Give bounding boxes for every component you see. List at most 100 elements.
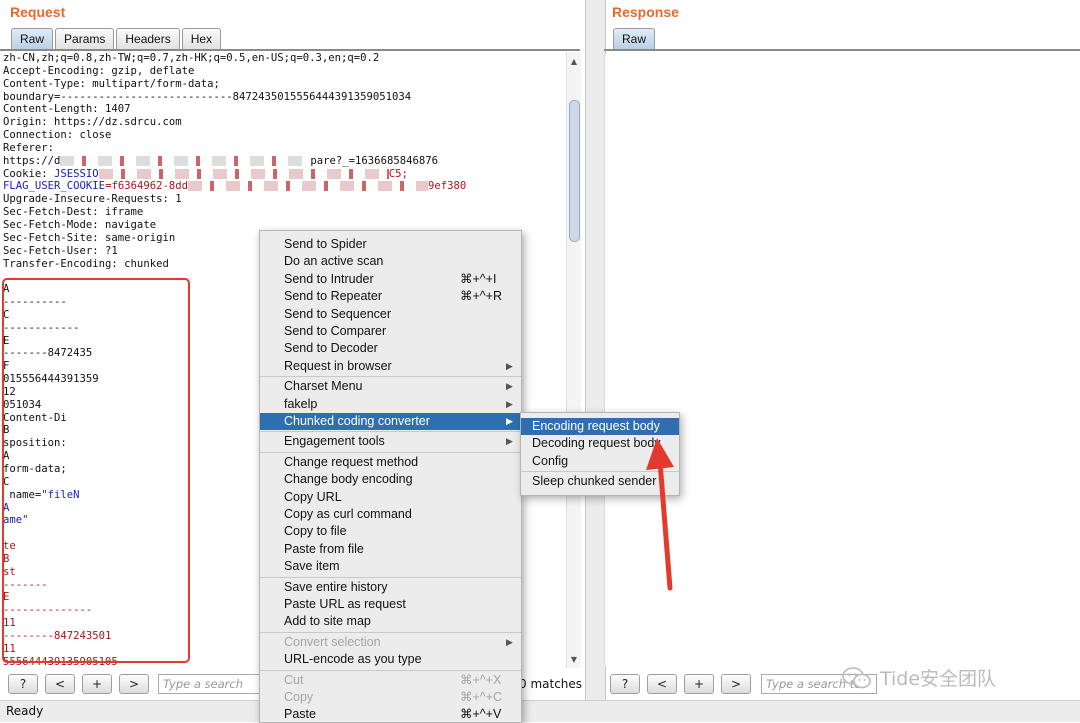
menu-separator xyxy=(260,376,521,378)
request-search-input[interactable]: Type a search ter xyxy=(158,674,262,694)
menu-item-save-item[interactable]: Save item xyxy=(260,558,521,575)
editor-token: Accept-Encoding: gzip, deflate xyxy=(3,64,195,77)
menu-item-label: Send to Comparer xyxy=(284,324,387,338)
response-add-button[interactable]: + xyxy=(684,674,714,694)
editor-token: Content-Type: multipart/form-data; xyxy=(3,77,220,90)
menu-item-label: Copy xyxy=(284,690,314,704)
menu-item-change-body-encoding[interactable]: Change body encoding xyxy=(260,471,521,488)
menu-item-label: fakelp xyxy=(284,396,318,411)
menu-item-shortcut: ⌘+^+C xyxy=(460,690,502,704)
menu-item-label: Send to Sequencer xyxy=(284,306,392,321)
editor-token: Sec-Fetch-Mode: navigate xyxy=(3,218,157,231)
menu-item-change-request-method[interactable]: Change request method xyxy=(260,454,521,471)
menu-item-label: Send to Repeater xyxy=(284,289,382,304)
menu-item-chunked-coding-converter[interactable]: Chunked coding converter ▶ xyxy=(260,413,521,430)
menu-item-copy-url[interactable]: Copy URL xyxy=(260,489,521,506)
menu-item-label: Convert selection xyxy=(284,634,381,649)
annotation-arrow-icon xyxy=(646,438,674,591)
tab-hex[interactable]: Hex xyxy=(181,28,222,49)
menu-item-send-to-repeater[interactable]: Send to Repeater ⌘+^+R xyxy=(260,288,521,305)
menu-separator xyxy=(260,431,521,433)
watermark-text: Tide安全团队 xyxy=(880,668,997,690)
menu-item-save-entire-history[interactable]: Save entire history xyxy=(260,579,521,596)
menu-item-send-to-spider[interactable]: Send to Spider xyxy=(260,236,521,253)
editor-line: zh-CN,zh;q=0.8,zh-TW;q=0.7,zh-HK;q=0.5,e… xyxy=(0,52,566,65)
menu-item-shortcut: ⌘+^+I xyxy=(460,271,497,286)
wechat-icon xyxy=(842,666,871,688)
scroll-down-icon[interactable]: ▼ xyxy=(567,654,581,666)
editor-token: Referer: xyxy=(3,141,55,154)
menu-item-label: Send to Intruder xyxy=(284,271,374,286)
scroll-thumb[interactable] xyxy=(569,100,580,242)
menu-item-label: Add to site map xyxy=(284,614,371,629)
editor-token: boundary=---------------------------8472… xyxy=(3,90,412,103)
previous-button[interactable]: < xyxy=(45,674,75,694)
menu-item-label: Change request method xyxy=(284,454,419,469)
editor-token: Origin: https://dz.sdrcu.com xyxy=(3,116,182,129)
pane-divider[interactable] xyxy=(585,0,606,700)
menu-item-label: URL-encode as you type xyxy=(284,652,422,667)
editor-line: boundary=---------------------------8472… xyxy=(0,91,566,104)
menu-item-label: Paste URL as request xyxy=(284,597,406,611)
add-button[interactable]: + xyxy=(82,674,112,694)
request-tab-divider xyxy=(0,49,580,51)
menu-item-label: Request in browser xyxy=(284,358,392,373)
menu-separator xyxy=(260,576,521,578)
editor-token: pare?_=1636685846876 xyxy=(310,154,438,167)
editor-token: JSESSIO xyxy=(54,167,99,180)
editor-token: Sec-Fetch-Site: same-origin xyxy=(3,231,176,244)
menu-item-convert-selection: Convert selection ▶ xyxy=(260,634,521,651)
menu-item-send-to-intruder[interactable]: Send to Intruder ⌘+^+I xyxy=(260,271,521,288)
response-tab-divider xyxy=(604,49,1080,51)
editor-line: FLAG_USER_COOKIE=f6364962-8dd 9ef380 xyxy=(0,180,566,193)
annotation-highlight-box xyxy=(2,278,190,663)
editor-line: Connection: close xyxy=(0,129,566,142)
editor-line: Sec-Fetch-Dest: iframe xyxy=(0,206,566,219)
menu-item-label: Change body encoding xyxy=(284,472,413,487)
request-tabs: Raw Params Headers Hex xyxy=(11,28,223,49)
request-scrollbar[interactable]: ▲ ▼ xyxy=(566,52,581,668)
menu-item-charset-menu[interactable]: Charset Menu ▶ xyxy=(260,378,521,395)
tab-raw[interactable]: Raw xyxy=(11,28,54,49)
submenu-arrow-icon: ▶ xyxy=(506,381,513,392)
menu-item-request-in-browser[interactable]: Request in browser ▶ xyxy=(260,358,521,375)
editor-token: =f6364962-8dd xyxy=(105,180,188,193)
response-tab-raw[interactable]: Raw xyxy=(613,28,656,49)
menu-item-engagement-tools[interactable]: Engagement tools ▶ xyxy=(260,433,521,450)
response-previous-button[interactable]: < xyxy=(647,674,677,694)
menu-item-send-to-comparer[interactable]: Send to Comparer xyxy=(260,323,521,340)
submenu-arrow-icon: ▶ xyxy=(506,398,513,409)
editor-token: https://d xyxy=(3,154,61,167)
menu-item-paste-url-as-request[interactable]: Paste URL as request xyxy=(260,596,521,613)
menu-item-send-to-sequencer[interactable]: Send to Sequencer xyxy=(260,306,521,323)
editor-token: zh-CN,zh;q=0.8,zh-TW;q=0.7,zh-HK;q=0.5,e… xyxy=(3,52,380,64)
menu-item-label: Copy to file xyxy=(284,524,347,539)
menu-item-copy-as-curl-command[interactable]: Copy as curl command xyxy=(260,506,521,523)
menu-item-do-an-active-scan[interactable]: Do an active scan xyxy=(260,253,521,270)
menu-item-add-to-site-map[interactable]: Add to site map xyxy=(260,613,521,630)
menu-item-label: Config xyxy=(532,453,569,468)
menu-item-label: Save item xyxy=(284,559,340,574)
menu-item-copy-to-file[interactable]: Copy to file xyxy=(260,523,521,540)
request-title: Request xyxy=(10,4,66,20)
menu-item-send-to-decoder[interactable]: Send to Decoder xyxy=(260,340,521,357)
redacted-block xyxy=(60,155,311,166)
next-button[interactable]: > xyxy=(119,674,149,694)
editor-line: Origin: https://dz.sdrcu.com xyxy=(0,116,566,129)
response-help-button[interactable]: ? xyxy=(610,674,640,694)
menu-item-label: Copy as curl command xyxy=(284,507,412,521)
response-next-button[interactable]: > xyxy=(721,674,751,694)
menu-item-paste-from-file[interactable]: Paste from file xyxy=(260,541,521,558)
menu-separator xyxy=(260,451,521,453)
scroll-up-icon[interactable]: ▲ xyxy=(567,56,581,68)
help-button[interactable]: ? xyxy=(8,674,38,694)
tab-headers[interactable]: Headers xyxy=(116,28,180,49)
menu-item-label: Copy URL xyxy=(284,489,342,504)
editor-line: Accept-Encoding: gzip, deflate xyxy=(0,65,566,78)
menu-item-fakelp[interactable]: fakelp ▶ xyxy=(260,396,521,413)
menu-item-label: Cut xyxy=(284,672,304,687)
menu-item-shortcut: ⌘+^+R xyxy=(460,289,502,304)
tab-params[interactable]: Params xyxy=(55,28,115,49)
status-bar: Ready xyxy=(0,700,1080,722)
menu-item-url-encode-as-you-type[interactable]: URL-encode as you type xyxy=(260,651,521,668)
